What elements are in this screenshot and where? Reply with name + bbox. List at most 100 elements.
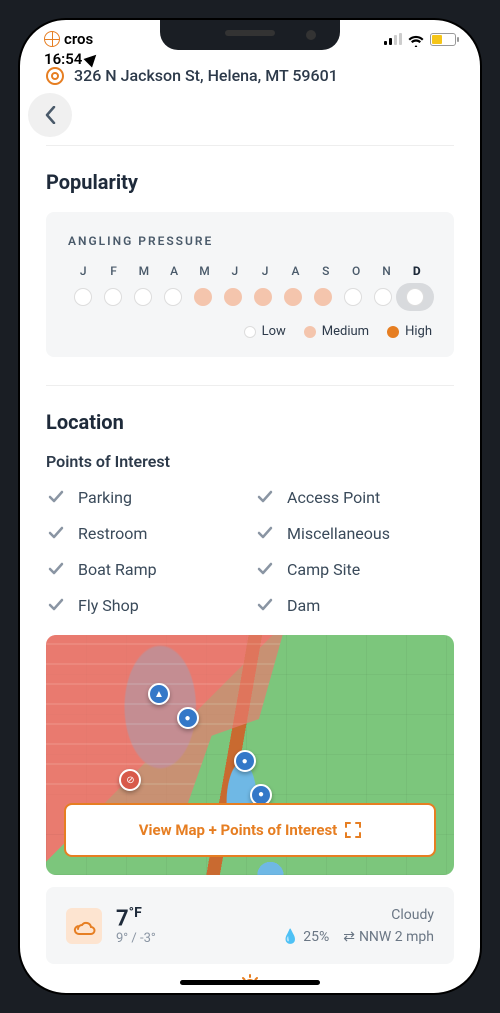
poi-label: Boat Ramp <box>78 560 157 579</box>
poi-label: Restroom <box>78 524 147 543</box>
legend-high: High <box>387 324 432 339</box>
address-text: 326 N Jackson St, Helena, MT 59601 <box>74 66 338 85</box>
pressure-dot[interactable] <box>396 283 434 311</box>
status-time: 16:54 <box>44 50 82 68</box>
pressure-dot-med-icon <box>224 288 242 306</box>
map-pin[interactable]: ● <box>234 750 256 772</box>
poi-grid: ParkingAccess PointRestroomMiscellaneous… <box>46 487 454 615</box>
pressure-dot[interactable] <box>158 288 188 306</box>
check-icon <box>46 523 66 543</box>
angling-pressure-card: ANGLING PRESSURE JFMAMJJASOND Low Medium… <box>46 212 454 357</box>
poi-item: Fly Shop <box>46 595 245 615</box>
pressure-dot[interactable] <box>188 288 218 306</box>
humidity-value: 25% <box>303 929 329 945</box>
temp-value: 7 <box>116 906 129 931</box>
location-target-icon <box>46 67 64 85</box>
pressure-dot[interactable] <box>68 288 98 306</box>
droplet-icon: 💧 <box>282 929 299 945</box>
poi-item: Miscellaneous <box>255 523 454 543</box>
wind: ⇄ NNW 2 mph <box>343 929 434 945</box>
pressure-dot-low-icon <box>104 288 122 306</box>
device-frame: cros 16:54 326 N Jackson St, Helena, MT … <box>0 0 500 1013</box>
legend-dot-medium-icon <box>304 326 316 338</box>
temperature-main: 7°F <box>116 905 156 931</box>
pressure-dot[interactable] <box>368 288 398 306</box>
poi-item: Access Point <box>255 487 454 507</box>
pressure-dot-low-icon <box>406 288 424 306</box>
poi-label: Access Point <box>287 488 380 507</box>
poi-item: Boat Ramp <box>46 559 245 579</box>
poi-label: Fly Shop <box>78 596 139 615</box>
pressure-dot[interactable] <box>338 288 368 306</box>
weather-condition: Cloudy <box>282 907 434 923</box>
pressure-dot-med-icon <box>194 288 212 306</box>
poi-subtitle: Points of Interest <box>46 452 454 471</box>
wifi-icon <box>408 33 424 45</box>
month-label[interactable]: J <box>68 264 98 278</box>
legend-medium-label: Medium <box>322 324 369 339</box>
poi-label: Camp Site <box>287 560 360 579</box>
check-icon <box>46 487 66 507</box>
cell-signal-icon <box>384 33 402 45</box>
poi-label: Dam <box>287 596 320 615</box>
month-label[interactable]: D <box>402 264 432 278</box>
location-title: Location <box>46 410 454 434</box>
temperature-range: 9° / -3° <box>116 931 156 946</box>
popularity-title: Popularity <box>46 170 454 194</box>
pressure-dot[interactable] <box>128 288 158 306</box>
check-icon <box>255 523 275 543</box>
status-app-hint: cros <box>64 30 93 48</box>
check-icon <box>255 595 275 615</box>
month-label[interactable]: S <box>311 264 341 278</box>
legend-high-label: High <box>405 324 432 339</box>
device-notch <box>160 20 340 50</box>
month-label[interactable]: J <box>250 264 280 278</box>
pressure-dot-low-icon <box>374 288 392 306</box>
map-pin[interactable]: ▲ <box>148 683 170 705</box>
angling-pressure-label: ANGLING PRESSURE <box>68 234 432 248</box>
temp-unit: °F <box>129 905 142 921</box>
home-indicator[interactable] <box>180 980 320 985</box>
months-row: JFMAMJJASOND <box>68 264 432 278</box>
view-map-button[interactable]: View Map + Points of Interest <box>64 803 436 857</box>
back-button[interactable] <box>28 93 72 137</box>
poi-label: Miscellaneous <box>287 524 390 543</box>
legend-medium: Medium <box>304 324 369 339</box>
legend-dot-high-icon <box>387 326 399 338</box>
month-label[interactable]: A <box>280 264 310 278</box>
poi-item: Restroom <box>46 523 245 543</box>
pressure-dot[interactable] <box>278 288 308 306</box>
month-label[interactable]: M <box>129 264 159 278</box>
temp-high: 9° <box>116 931 128 946</box>
weather-cloud-icon <box>66 908 102 944</box>
weather-card[interactable]: 7°F 9° / -3° Cloudy 💧 25% <box>46 887 454 964</box>
check-icon <box>255 559 275 579</box>
pressure-dot[interactable] <box>218 288 248 306</box>
pressure-dots-row <box>68 288 432 306</box>
pressure-dot[interactable] <box>98 288 128 306</box>
humidity: 💧 25% <box>282 929 329 945</box>
month-label[interactable]: F <box>98 264 128 278</box>
check-icon <box>46 559 66 579</box>
month-label[interactable]: M <box>189 264 219 278</box>
location-section: Location Points of Interest ParkingAcces… <box>20 386 480 983</box>
map-pin[interactable]: ● <box>177 707 199 729</box>
month-label[interactable]: A <box>159 264 189 278</box>
wind-icon: ⇄ <box>343 929 355 945</box>
check-icon <box>255 487 275 507</box>
globe-icon <box>44 31 60 47</box>
pressure-dot[interactable] <box>308 288 338 306</box>
month-label[interactable]: J <box>220 264 250 278</box>
check-icon <box>46 595 66 615</box>
month-label[interactable]: N <box>371 264 401 278</box>
device-screen: cros 16:54 326 N Jackson St, Helena, MT … <box>18 18 482 995</box>
pressure-dot-low-icon <box>344 288 362 306</box>
map-preview[interactable]: ▲ ● ● ● ⊘ View Map + Points of Interest <box>46 635 454 875</box>
expand-icon <box>345 822 361 838</box>
temp-low: -3° <box>140 931 156 946</box>
pressure-dot[interactable] <box>248 288 278 306</box>
month-label[interactable]: O <box>341 264 371 278</box>
wind-value: NNW 2 mph <box>359 929 434 945</box>
poi-item: Dam <box>255 595 454 615</box>
view-map-label: View Map + Points of Interest <box>139 821 338 839</box>
